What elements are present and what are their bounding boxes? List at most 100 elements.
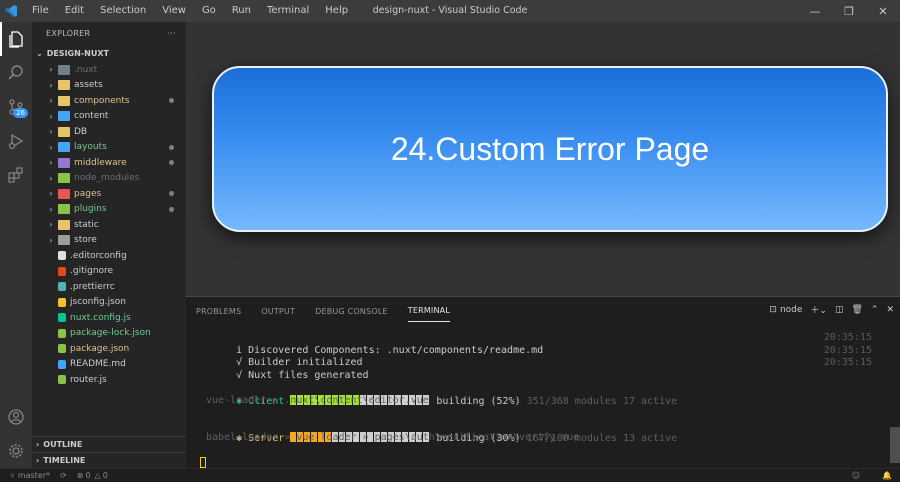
menu-selection[interactable]: Selection (92, 0, 154, 22)
folder-icon (58, 126, 70, 137)
tree-file[interactable]: README.md (32, 357, 186, 373)
warning-icon[interactable]: △ (95, 471, 101, 480)
search-icon[interactable] (0, 56, 32, 90)
client-build-line: ✱ Client building (52%) 351/368 modules … (200, 382, 872, 407)
tree-item-label: middleware (74, 157, 127, 168)
split-terminal-icon[interactable]: ◫ (835, 305, 844, 315)
gear-icon[interactable] (0, 434, 32, 468)
tree-folder[interactable]: › layouts (32, 140, 186, 156)
editor-area[interactable]: 24.Custom Error Page (186, 22, 900, 296)
tab-debug-console[interactable]: DEBUG CONSOLE (315, 301, 388, 322)
tree-item-label: layouts (74, 142, 107, 153)
tree-folder[interactable]: › .nuxt (32, 62, 186, 78)
tree-file[interactable]: jsconfig.json (32, 295, 186, 311)
sync-icon[interactable]: ⟳ (60, 471, 67, 480)
menu-view[interactable]: View (154, 0, 194, 22)
explorer-icon[interactable] (0, 22, 32, 56)
modified-dot-icon (169, 191, 174, 196)
tree-item-label: nuxt.config.js (70, 312, 131, 323)
chevron-down-icon: ⌄ (36, 48, 43, 58)
close-icon[interactable]: ✕ (866, 0, 900, 22)
tab-output[interactable]: OUTPUT (261, 301, 295, 322)
chevron-right-icon: › (49, 127, 53, 137)
branch-icon[interactable]: ⑂ (10, 471, 15, 480)
terminal-output[interactable]: i Discovered Components: .nuxt/component… (200, 332, 872, 470)
minimize-icon[interactable]: — (798, 0, 832, 22)
outline-section[interactable]: › OUTLINE (32, 436, 186, 452)
close-panel-icon[interactable]: ✕ (886, 305, 894, 315)
tree-item-label: pages (74, 188, 102, 199)
menu-edit[interactable]: Edit (57, 0, 92, 22)
tree-folder[interactable]: › DB (32, 124, 186, 140)
file-tree: › .nuxt › assets › components › content › DB › layo… (32, 62, 186, 388)
tree-folder[interactable]: › middleware (32, 155, 186, 171)
tree-item-label: node_modules (74, 173, 140, 184)
more-actions-icon[interactable]: ··· (167, 29, 176, 38)
tree-folder[interactable]: › static (32, 217, 186, 233)
menu-go[interactable]: Go (194, 0, 224, 22)
chevron-right-icon: › (49, 80, 53, 90)
tree-file[interactable]: .prettierrc (32, 279, 186, 295)
branch-label[interactable]: master* (18, 471, 50, 480)
tree-file[interactable]: router.js (32, 372, 186, 388)
tab-problems[interactable]: PROBLEMS (196, 301, 241, 322)
tab-terminal[interactable]: TERMINAL (407, 300, 451, 322)
tree-file[interactable]: nuxt.config.js (32, 310, 186, 326)
terminal-cursor (200, 457, 206, 468)
tree-file[interactable]: package-lock.json (32, 326, 186, 342)
tree-item-label: .editorconfig (70, 250, 127, 261)
tree-folder[interactable]: › store (32, 233, 186, 249)
menu-file[interactable]: File (24, 0, 57, 22)
terminal-line: i Discovered Components: .nuxt/component… (200, 332, 872, 356)
status-right: ☺ 🔔 (842, 471, 892, 480)
tree-item-label: .prettierrc (70, 281, 115, 292)
tree-folder[interactable]: › content (32, 109, 186, 125)
tree-file[interactable]: .gitignore (32, 264, 186, 280)
tree-file[interactable]: .editorconfig (32, 248, 186, 264)
tree-folder[interactable]: › components (32, 93, 186, 109)
status-bar: ⑂ master* ⟳ ⊗ 0 △ 0 ☺ 🔔 (0, 468, 900, 482)
timestamp: 20:35:15 (823, 357, 872, 368)
chevron-right-icon: › (49, 142, 53, 152)
source-control-icon[interactable]: 26 (0, 90, 32, 124)
tree-folder[interactable]: › pages (32, 186, 186, 202)
file-icon (58, 266, 66, 276)
file-icon (58, 359, 66, 369)
activity-bar: 26 (0, 22, 32, 468)
tree-folder[interactable]: › plugins (32, 202, 186, 218)
folder-icon (58, 64, 70, 75)
trash-icon[interactable]: 🗑 (851, 305, 862, 315)
terminal-scrollbar[interactable] (890, 427, 900, 463)
bell-icon[interactable]: 🔔 (882, 471, 892, 480)
maximize-panel-icon[interactable]: ⌃ (871, 305, 879, 315)
menu-help[interactable]: Help (317, 0, 356, 22)
workspace-folder[interactable]: ⌄ DESIGN-NUXT (32, 44, 186, 62)
error-icon[interactable]: ⊗ (77, 471, 84, 480)
tree-item-label: .nuxt (74, 64, 98, 75)
menu-terminal[interactable]: Terminal (259, 0, 317, 22)
tree-folder[interactable]: › node_modules (32, 171, 186, 187)
account-icon[interactable] (0, 400, 32, 434)
feedback-icon[interactable]: ☺ (852, 471, 860, 480)
chevron-right-icon: › (49, 65, 53, 75)
restore-icon[interactable]: ❐ (832, 0, 866, 22)
activity-bottom (0, 400, 32, 468)
tree-item-label: .gitignore (70, 266, 114, 277)
tree-folder[interactable]: › assets (32, 78, 186, 94)
new-terminal-icon[interactable]: ＋⌄ (810, 303, 827, 316)
menu-run[interactable]: Run (224, 0, 259, 22)
run-debug-icon[interactable] (0, 124, 32, 158)
menu-bar: File Edit Selection View Go Run Terminal… (24, 0, 356, 22)
title-banner: 24.Custom Error Page (212, 66, 888, 232)
terminal-selector[interactable]: ⊡ node (769, 305, 802, 315)
extensions-icon[interactable] (0, 158, 32, 192)
tree-file[interactable]: package.json (32, 341, 186, 357)
modified-dot-icon (169, 144, 174, 150)
timeline-section[interactable]: › TIMELINE (32, 452, 186, 468)
tree-item-label: static (74, 219, 99, 230)
terminal-icon: ⊡ (769, 304, 777, 315)
file-icon (58, 328, 66, 338)
timeline-label: TIMELINE (43, 456, 86, 465)
error-count: 0 (85, 471, 91, 480)
file-icon (58, 375, 66, 385)
